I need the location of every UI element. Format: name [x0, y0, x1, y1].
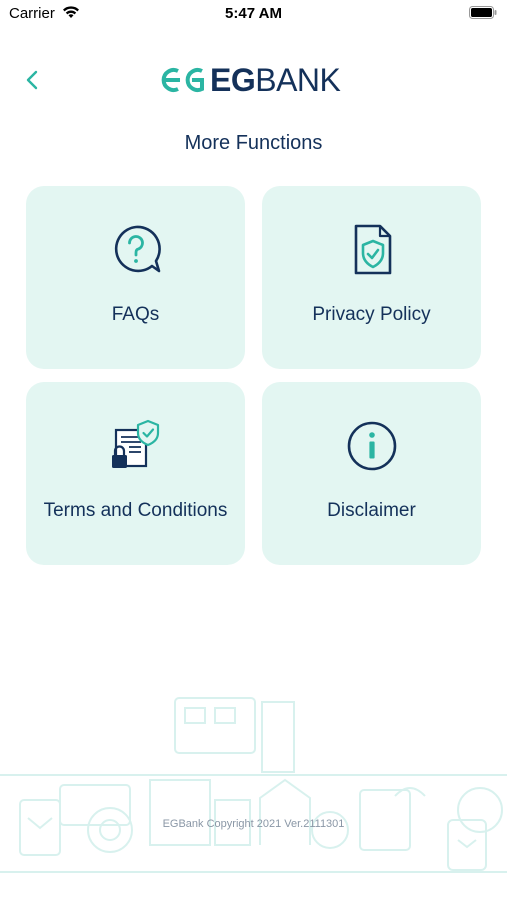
terms-and-conditions-label: Terms and Conditions [43, 500, 228, 521]
back-chevron-icon[interactable] [22, 66, 44, 94]
faqs-card[interactable]: FAQs [26, 186, 245, 369]
battery-icon [469, 6, 497, 19]
logo-eg: EG [210, 62, 256, 98]
logo-wordmark: EGBANK [210, 62, 341, 98]
egbank-logo: EGBANK [156, 62, 356, 98]
terms-and-conditions-card[interactable]: Terms and Conditions [26, 382, 245, 565]
question-bubble-icon [114, 225, 161, 273]
copyright-text: EGBank Copyright 2021 Ver.2111301 [162, 818, 345, 830]
info-icon [347, 421, 396, 471]
disclaimer-label: Disclaimer [327, 500, 416, 521]
page-title: More Functions [184, 132, 323, 154]
privacy-policy-label: Privacy Policy [312, 304, 431, 325]
status-time: 5:47 AM [225, 5, 282, 22]
status-bar: Carrier 5:47 AM [0, 0, 507, 30]
document-lock-icon [111, 419, 159, 468]
logo-bank: BANK [255, 62, 341, 98]
privacy-policy-card[interactable]: Privacy Policy [262, 186, 481, 369]
shield-document-icon [354, 224, 391, 275]
faqs-label: FAQs [111, 304, 160, 325]
logo-symbol-icon [161, 68, 204, 92]
city-illustration [0, 697, 507, 873]
disclaimer-card[interactable]: Disclaimer [262, 382, 481, 565]
